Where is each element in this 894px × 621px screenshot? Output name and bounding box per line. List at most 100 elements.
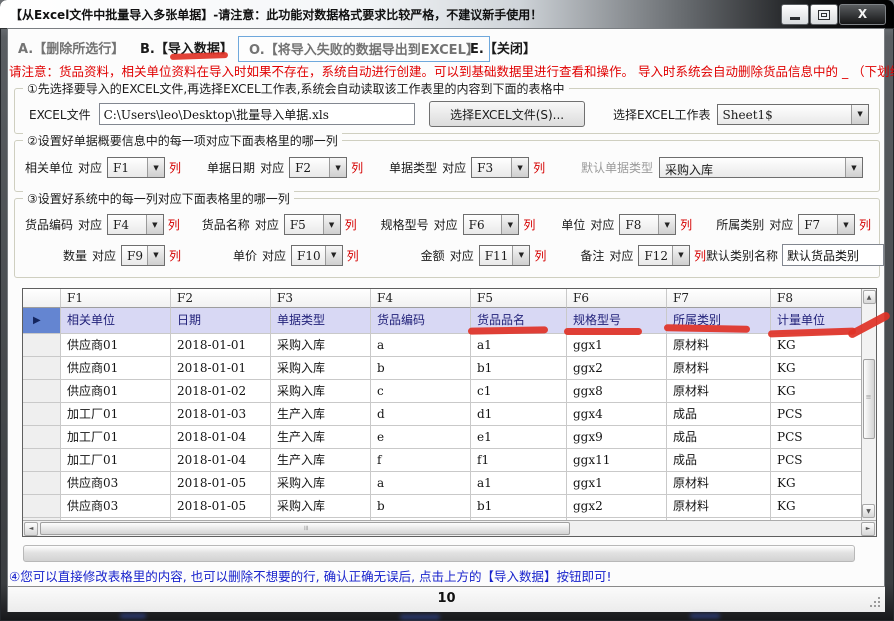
close-dialog-button[interactable]: E.【关闭】	[470, 38, 536, 58]
grid-cell[interactable]: 供应商03	[61, 472, 171, 495]
grid-cell[interactable]: c	[371, 380, 471, 403]
table-row[interactable]: 供应商01 2018-01-02 采购入库 c c1 ggx8 原材料 KG	[23, 380, 861, 403]
grid-cell[interactable]: ggx4	[567, 403, 667, 426]
grid-cell[interactable]: b	[371, 495, 471, 518]
maximize-button[interactable]	[810, 4, 838, 25]
column-header[interactable]: F2	[171, 289, 271, 308]
grid-cell[interactable]: 日期	[171, 308, 271, 334]
table-row[interactable]: 供应商01 2018-01-01 采购入库 b b1 ggx2 原材料 KG	[23, 357, 861, 380]
sheet-select[interactable]: Sheet1$ ▼	[717, 104, 869, 125]
code-column-select[interactable]: F4▼	[107, 214, 164, 235]
grid-cell[interactable]: ggx11	[567, 449, 667, 472]
column-header[interactable]: F6	[567, 289, 667, 308]
row-selector[interactable]	[23, 403, 61, 426]
grid-cell[interactable]: 原材料	[667, 334, 771, 357]
export-failed-button[interactable]: O.【将导入失败的数据导出到EXCEL】	[238, 36, 490, 62]
grid-cell[interactable]: 采购入库	[271, 472, 371, 495]
grid-cell[interactable]: 加工厂01	[61, 403, 171, 426]
grid-cell[interactable]: 2018-01-04	[171, 426, 271, 449]
unitname-column-select[interactable]: F8▼	[619, 214, 676, 235]
remark-column-select[interactable]: F12▼	[638, 245, 690, 266]
grid-cell[interactable]: PCS	[771, 403, 861, 426]
grid-cell[interactable]: 原材料	[667, 472, 771, 495]
grid-cell[interactable]: a1	[471, 472, 567, 495]
grid-cell[interactable]: KG	[771, 380, 861, 403]
grid-cell[interactable]: 采购入库	[271, 380, 371, 403]
scroll-up-icon[interactable]: ▲	[863, 290, 876, 304]
grid-cell[interactable]: 采购入库	[271, 495, 371, 518]
grid-cell[interactable]: ggx2	[567, 495, 667, 518]
grid-cell[interactable]: 生产入库	[271, 403, 371, 426]
table-row[interactable]: 供应商03 2018-01-05 采购入库 b b1 ggx2 原材料 KG	[23, 495, 861, 518]
column-header[interactable]: F5	[471, 289, 567, 308]
horizontal-scrollbar[interactable]: ◄ ≡ ►	[23, 520, 876, 536]
column-header[interactable]: F8	[771, 289, 861, 308]
row-selector[interactable]	[23, 426, 61, 449]
grid-cell[interactable]: KG	[771, 495, 861, 518]
grid-cell[interactable]: 2018-01-01	[171, 357, 271, 380]
grid-cell[interactable]: KG	[771, 472, 861, 495]
grid-cell[interactable]: PCS	[771, 449, 861, 472]
vertical-scrollbar-thumb[interactable]: ≡	[863, 359, 875, 439]
grid-cell[interactable]: c1	[471, 380, 567, 403]
grid-cell[interactable]: a	[371, 334, 471, 357]
scroll-right-icon[interactable]: ►	[861, 522, 875, 536]
grid-cell[interactable]: 成品	[667, 403, 771, 426]
grid-cell[interactable]: 成品	[667, 449, 771, 472]
grid-cell[interactable]: e1	[471, 426, 567, 449]
grid-cell[interactable]: ggx9	[567, 426, 667, 449]
grid-cell[interactable]: 原材料	[667, 380, 771, 403]
grid-cell[interactable]: ggx1	[567, 334, 667, 357]
grid-cell[interactable]: b	[371, 357, 471, 380]
grid-cell[interactable]: 采购入库	[271, 357, 371, 380]
row-selector[interactable]	[23, 357, 61, 380]
qty-column-select[interactable]: F9▼	[121, 245, 165, 266]
grid-cell[interactable]: KG	[771, 334, 861, 357]
resize-grip[interactable]	[878, 605, 880, 607]
scroll-left-icon[interactable]: ◄	[24, 522, 38, 536]
default-category-input[interactable]	[782, 244, 884, 266]
table-row[interactable]: 供应商01 2018-01-01 采购入库 a a1 ggx1 原材料 KG	[23, 334, 861, 357]
column-header[interactable]: F3	[271, 289, 371, 308]
grid-cell[interactable]: e	[371, 426, 471, 449]
grid-cell[interactable]: 加工厂01	[61, 426, 171, 449]
grid-cell[interactable]: 原材料	[667, 495, 771, 518]
column-header[interactable]: F4	[371, 289, 471, 308]
grid-cell[interactable]: 货品编码	[371, 308, 471, 334]
grid-cell[interactable]: d1	[471, 403, 567, 426]
grid-cell[interactable]: 供应商01	[61, 380, 171, 403]
scroll-down-icon[interactable]: ▼	[862, 504, 875, 518]
default-doc-type-select[interactable]: 采购入库 ▼	[659, 157, 863, 178]
grid-cell[interactable]: f1	[471, 449, 567, 472]
horizontal-scrollbar-thumb[interactable]: ≡	[40, 522, 570, 535]
grid-cell[interactable]: 生产入库	[271, 449, 371, 472]
grid-cell[interactable]: 加工厂01	[61, 449, 171, 472]
close-button[interactable]: X	[839, 4, 886, 25]
row-selector-arrow-icon[interactable]: ▶	[23, 308, 61, 334]
grid-cell[interactable]: 原材料	[667, 357, 771, 380]
grid-cell[interactable]: 供应商01	[61, 334, 171, 357]
grid-cell[interactable]: 相关单位	[61, 308, 171, 334]
grid-cell[interactable]: 采购入库	[271, 334, 371, 357]
price-column-select[interactable]: F10▼	[291, 245, 343, 266]
table-row[interactable]: 供应商03 2018-01-05 采购入库 a a1 ggx1 原材料 KG	[23, 472, 861, 495]
grid-cell[interactable]: b1	[471, 357, 567, 380]
choose-excel-file-button[interactable]: 选择EXCEL文件(S)...	[429, 101, 585, 127]
grid-cell[interactable]: 单据类型	[271, 308, 371, 334]
table-row[interactable]: 加工厂01 2018-01-03 生产入库 d d1 ggx4 成品 PCS	[23, 403, 861, 426]
row-selector[interactable]	[23, 472, 61, 495]
delete-selected-rows-button[interactable]: A.【删除所选行】	[18, 38, 124, 58]
row-selector[interactable]	[23, 334, 61, 357]
grid-cell[interactable]: 成品	[667, 426, 771, 449]
grid-cell[interactable]: 2018-01-02	[171, 380, 271, 403]
grid-cell[interactable]: ggx1	[567, 472, 667, 495]
grid-cell[interactable]: 2018-01-03	[171, 403, 271, 426]
grid-cell[interactable]: 2018-01-05	[171, 495, 271, 518]
spec-column-select[interactable]: F6▼	[463, 214, 520, 235]
name-column-select[interactable]: F5▼	[284, 214, 341, 235]
grid-cell[interactable]: 供应商03	[61, 495, 171, 518]
grid-cell[interactable]: KG	[771, 357, 861, 380]
corner-cell[interactable]	[23, 289, 61, 308]
grid-cell[interactable]: ggx2	[567, 357, 667, 380]
grid-cell[interactable]: a	[371, 472, 471, 495]
